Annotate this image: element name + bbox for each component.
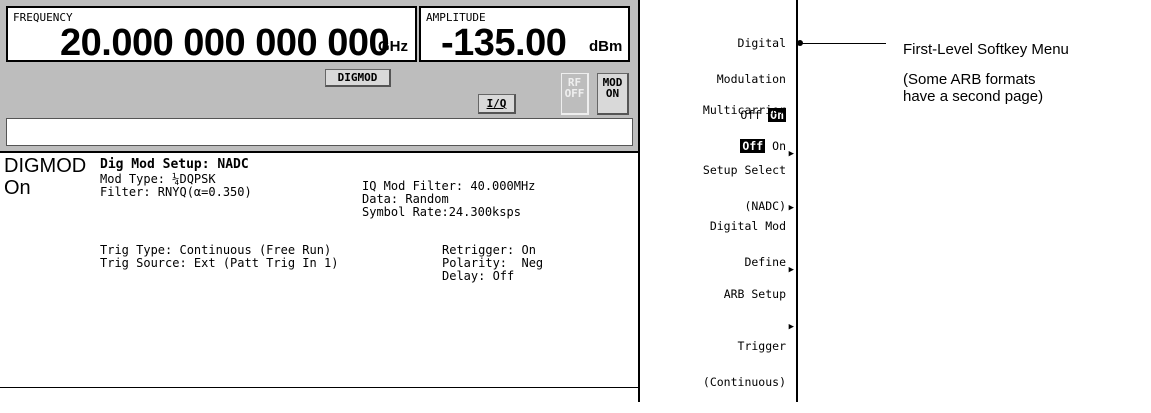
amplitude-display[interactable]: AMPLITUDE -135.00 dBm <box>419 6 630 62</box>
rf-off-annunciator: RF OFF <box>561 73 589 115</box>
frequency-display[interactable]: FREQUENCY 20.000 000 000 000 GHz <box>6 6 417 62</box>
state-value: On <box>4 177 31 199</box>
filter-text: Filter: RNYQ(α=0.350) <box>100 185 252 199</box>
callout-note-line2: have a second page) <box>903 88 1044 105</box>
frequency-value: 20.000 000 000 000 <box>60 22 390 64</box>
submenu-arrow-icon: ▶ <box>788 203 794 213</box>
text-display-area: DIGMOD On Dig Mod Setup: NADC Mod Type: … <box>0 153 640 402</box>
submenu-arrow-icon: ▶ <box>788 265 794 275</box>
softkey-label: ARB Setup <box>723 287 786 301</box>
softkey-arb-setup[interactable]: ARB Setup <box>724 264 786 324</box>
softkey-label: Setup Select <box>702 163 786 177</box>
amplitude-unit: dBm <box>589 38 623 55</box>
softkey-label: (Continuous) <box>702 375 786 389</box>
display-divider <box>0 387 638 388</box>
rf-annunciator-line2: OFF <box>564 87 585 100</box>
setup-title: Dig Mod Setup: NADC <box>100 157 249 172</box>
instrument-screen: FREQUENCY 20.000 000 000 000 GHz AMPLITU… <box>0 0 798 402</box>
softkey-trigger[interactable]: Trigger (Continuous) <box>703 316 786 412</box>
digmod-annunciator: DIGMOD <box>325 69 391 87</box>
submenu-arrow-icon: ▶ <box>788 149 794 159</box>
submenu-arrow-icon: ▶ <box>788 322 794 332</box>
symbol-rate-text: Symbol Rate:24.300ksps <box>362 205 521 219</box>
iq-annunciator: I/Q <box>478 94 516 114</box>
state-title: DIGMOD <box>4 155 87 177</box>
trig-source-text: Trig Source: Ext (Patt Trig In 1) <box>100 256 339 270</box>
status-header: FREQUENCY 20.000 000 000 000 GHz AMPLITU… <box>0 0 640 153</box>
mod-annunciator-line2: ON <box>605 87 620 100</box>
softkey-label: Digital <box>737 36 786 50</box>
delay-text: Delay: Off <box>442 269 515 283</box>
softkey-label: Digital Mod <box>709 219 786 233</box>
frequency-unit: GHz <box>378 38 408 55</box>
mod-on-annunciator: MOD ON <box>597 73 629 115</box>
softkey-menu: Digital Modulation Off On Multicarrier O… <box>640 0 796 402</box>
callout-note-line1: (Some ARB formats <box>903 71 1036 88</box>
softkey-label: Multicarrier <box>702 103 786 117</box>
amplitude-value: -135.00 <box>441 22 567 64</box>
softkey-label: Trigger <box>737 339 786 353</box>
data-entry-area[interactable] <box>6 118 633 146</box>
callout-leader-line <box>800 43 886 44</box>
callout-title: First-Level Softkey Menu <box>903 41 1069 58</box>
